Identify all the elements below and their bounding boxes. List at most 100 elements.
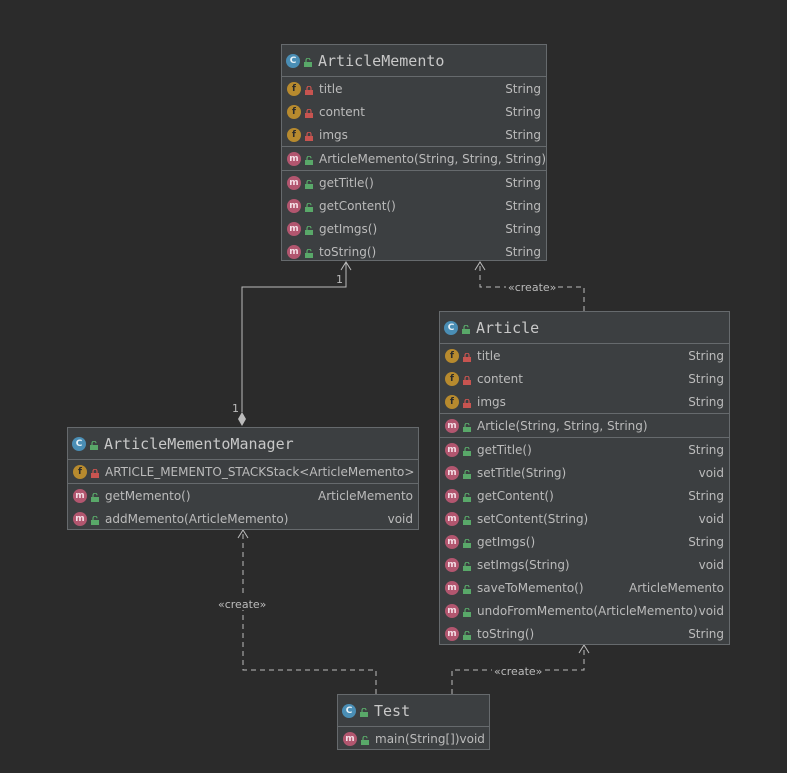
- fields-section: f title String f content String f imgs String: [440, 344, 729, 414]
- field-name: content: [319, 104, 365, 119]
- method-icon: m: [445, 626, 459, 641]
- method-signature: main(String[]): [375, 731, 460, 746]
- method-signature: setTitle(String): [477, 465, 567, 480]
- public-unlock-icon: [463, 491, 471, 502]
- method-row[interactable]: m getTitle() String: [440, 438, 729, 461]
- return-type: String: [688, 488, 724, 503]
- public-unlock-icon: [305, 201, 313, 212]
- field-row[interactable]: f imgs String: [440, 390, 729, 413]
- method-icon: m: [445, 603, 459, 618]
- method-row[interactable]: m Article(String, String, String): [440, 414, 729, 437]
- method-row[interactable]: m getContent() String: [282, 194, 546, 217]
- public-unlock-icon: [90, 439, 98, 450]
- public-unlock-icon: [462, 323, 470, 334]
- create-label-test-article: «create»: [494, 665, 542, 678]
- class-test[interactable]: C Test m main(String[]) void: [337, 694, 490, 750]
- methods-section: m getMemento() ArticleMemento m addMemento(A…: [68, 484, 418, 530]
- public-unlock-icon: [463, 421, 471, 432]
- private-lock-icon: [305, 107, 313, 118]
- aggregation-diamond: [238, 412, 246, 426]
- public-unlock-icon: [91, 514, 99, 525]
- method-row[interactable]: m setTitle(String) void: [440, 461, 729, 484]
- return-type: ArticleMemento: [318, 488, 413, 503]
- method-row[interactable]: m setImgs(String) void: [440, 553, 729, 576]
- field-type: String: [688, 371, 724, 386]
- method-icon: m: [287, 221, 301, 236]
- method-signature: ArticleMemento(String, String, String): [319, 151, 547, 166]
- class-header: C Test: [338, 695, 489, 727]
- private-lock-icon: [463, 374, 471, 385]
- field-row[interactable]: f title String: [282, 77, 546, 100]
- method-signature: getContent(): [319, 198, 396, 213]
- field-name: content: [477, 371, 523, 386]
- return-type: String: [505, 175, 541, 190]
- method-row[interactable]: m setContent(String) void: [440, 507, 729, 530]
- method-row[interactable]: m main(String[]) void: [338, 727, 489, 750]
- field-icon: f: [287, 104, 301, 119]
- method-icon: m: [445, 580, 459, 595]
- method-signature: getContent(): [477, 488, 554, 503]
- method-row[interactable]: m getTitle() String: [282, 171, 546, 194]
- public-unlock-icon: [463, 468, 471, 479]
- return-type: String: [505, 221, 541, 236]
- method-icon: m: [445, 442, 459, 457]
- return-type: String: [688, 534, 724, 549]
- class-article-memento[interactable]: C ArticleMemento f title String f content Str…: [281, 44, 547, 261]
- class-article-memento-manager[interactable]: C ArticleMementoManager f ARTICLE_MEMENTO…: [67, 427, 419, 530]
- method-row[interactable]: m ArticleMemento(String, String, String): [282, 147, 546, 170]
- field-type: String: [505, 127, 541, 142]
- method-signature: getImgs(): [319, 221, 378, 236]
- public-unlock-icon: [361, 734, 369, 745]
- method-row[interactable]: m addMemento(ArticleMemento) void: [68, 507, 418, 530]
- return-type: void: [698, 557, 724, 572]
- create-label-article-memento: «create»: [508, 281, 556, 294]
- method-icon: m: [445, 534, 459, 549]
- method-row[interactable]: m getImgs() String: [440, 530, 729, 553]
- class-name: ArticleMemento: [318, 51, 445, 70]
- return-type: String: [505, 244, 541, 259]
- field-row[interactable]: f content String: [440, 367, 729, 390]
- create-edge-test-manager: [242, 530, 377, 694]
- method-row[interactable]: m getImgs() String: [282, 217, 546, 240]
- method-icon: m: [343, 731, 357, 746]
- methods-section: m main(String[]) void: [338, 727, 489, 750]
- method-row[interactable]: m undoFromMemento(ArticleMemento) void: [440, 599, 729, 622]
- method-signature: undoFromMemento(ArticleMemento): [477, 603, 698, 618]
- public-unlock-icon: [463, 606, 471, 617]
- method-signature: saveToMemento(): [477, 580, 584, 595]
- class-icon: C: [286, 53, 300, 68]
- aggregation-mult-bottom: 1: [232, 402, 239, 415]
- private-lock-icon: [463, 397, 471, 408]
- public-unlock-icon: [304, 56, 312, 67]
- method-row[interactable]: m getContent() String: [440, 484, 729, 507]
- return-type: void: [698, 465, 724, 480]
- public-unlock-icon: [463, 514, 471, 525]
- return-type: ArticleMemento: [629, 580, 724, 595]
- method-icon: m: [73, 488, 87, 503]
- class-article[interactable]: C Article f title String f content String f img…: [439, 311, 730, 645]
- field-icon: f: [445, 371, 459, 386]
- method-icon: m: [287, 244, 301, 259]
- field-name: imgs: [477, 394, 506, 409]
- public-unlock-icon: [305, 224, 313, 235]
- field-row[interactable]: f ARTICLE_MEMENTO_STACK Stack<ArticleMemen…: [68, 460, 418, 483]
- method-row[interactable]: m saveToMemento() ArticleMemento: [440, 576, 729, 599]
- field-row[interactable]: f content String: [282, 100, 546, 123]
- method-row[interactable]: m getMemento() ArticleMemento: [68, 484, 418, 507]
- method-row[interactable]: m toString() String: [282, 240, 546, 263]
- method-signature: getImgs(): [477, 534, 536, 549]
- field-row[interactable]: f imgs String: [282, 123, 546, 146]
- return-type: void: [387, 511, 413, 526]
- method-signature: getTitle(): [477, 442, 532, 457]
- method-icon: m: [287, 151, 301, 166]
- aggregation-mult-top: 1: [336, 273, 343, 286]
- method-icon: m: [445, 511, 459, 526]
- method-signature: toString(): [319, 244, 377, 259]
- method-row[interactable]: m toString() String: [440, 622, 729, 645]
- class-name: Test: [374, 701, 411, 720]
- field-row[interactable]: f title String: [440, 344, 729, 367]
- class-header: C Article: [440, 312, 729, 344]
- method-signature: Article(String, String, String): [477, 418, 648, 433]
- constructors-section: m ArticleMemento(String, String, String): [282, 147, 546, 171]
- fields-section: f ARTICLE_MEMENTO_STACK Stack<ArticleMemen…: [68, 460, 418, 484]
